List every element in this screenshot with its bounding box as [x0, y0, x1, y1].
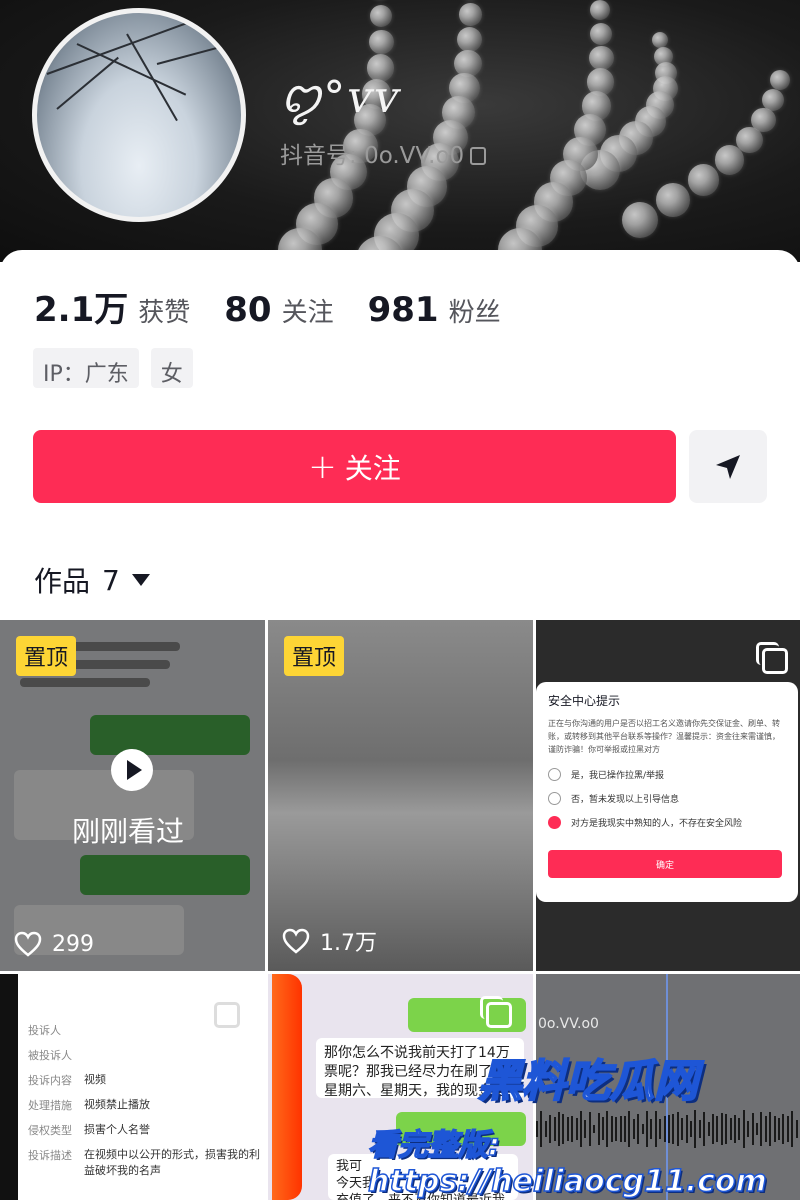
- complaint-row-value: 在视频中以公开的形式，损害我的利益破坏我的名声: [84, 1148, 260, 1177]
- heart-icon: [14, 931, 42, 957]
- complaint-row-key: 投诉内容: [28, 1074, 72, 1087]
- radio-icon: [548, 768, 561, 781]
- stat-value: 80: [224, 290, 272, 330]
- bead-decoration: [687, 164, 720, 196]
- complaint-row-key: 被投诉人: [28, 1049, 72, 1062]
- complaint-row: 被投诉人: [28, 1043, 265, 1068]
- multi-image-icon: [756, 642, 788, 674]
- send-message-button[interactable]: [689, 430, 767, 503]
- complaint-row-key: 侵权类型: [28, 1124, 72, 1137]
- dialog-confirm: 确定: [548, 850, 782, 878]
- like-count: 299: [14, 931, 94, 957]
- radio-checked-icon: [548, 816, 561, 829]
- like-count-value: 299: [52, 931, 94, 957]
- bead-decoration: [622, 202, 658, 238]
- douyin-id[interactable]: 抖音号: 0o.VV.o0: [280, 136, 487, 170]
- stat-value: 2.1万: [34, 290, 129, 330]
- profile-tags: IP：广东 女: [33, 348, 205, 388]
- dialog-option: 对方是我现实中熟知的人，不存在安全风险: [548, 816, 742, 829]
- watermark-url: 看完整版: https://heiliaocg11.com: [367, 1127, 767, 1200]
- copy-icon[interactable]: [470, 147, 487, 165]
- stat-followers[interactable]: 981 粉丝: [368, 290, 501, 330]
- tile-watermark-id: 0o.VV.o0: [538, 1016, 599, 1032]
- bead-decoration: [369, 29, 395, 55]
- option-label: 否，暂未发现以上引导信息: [571, 795, 680, 805]
- works-label: 作品: [34, 565, 91, 598]
- pinned-badge: 置顶: [16, 636, 77, 676]
- complaint-row-value: [84, 1043, 265, 1068]
- works-tab[interactable]: 作品 7: [34, 560, 150, 600]
- complaint-row: 投诉人: [28, 1018, 265, 1043]
- bead-decoration: [714, 145, 744, 175]
- dialog-option: 是，我已操作拉黑/举报: [548, 768, 664, 781]
- complaint-row: 侵权类型 损害个人名誉: [28, 1118, 265, 1143]
- video-tile-4[interactable]: 投诉人 被投诉人 投诉内容 视频 处理措施 视频禁止播放 侵权类型 损害个人名誉 投诉描述 在视频…: [0, 974, 265, 1200]
- bead-decoration: [457, 26, 483, 52]
- complaint-row-key: 处理措施: [28, 1099, 72, 1112]
- complaint-row-value: 视频禁止播放: [84, 1098, 150, 1111]
- stat-likes[interactable]: 2.1万 获赞: [34, 282, 190, 331]
- dialog-option: 否，暂未发现以上引导信息: [548, 792, 679, 805]
- stat-value: 981: [367, 290, 439, 330]
- video-tile-2[interactable]: 置顶 1.7万: [268, 620, 533, 971]
- profile-card: 2.1万 获赞 80 关注 981 粉丝 IP：广东 女 + 关注 作品 7: [0, 250, 800, 620]
- gender-tag: 女: [150, 348, 193, 388]
- pinned-badge: 置顶: [284, 636, 345, 676]
- bead-decoration: [652, 32, 668, 48]
- heart-icon: [282, 928, 310, 954]
- plus-icon: +: [308, 446, 337, 487]
- follow-button[interactable]: + 关注: [33, 430, 676, 503]
- profile-header: ꨄ°ᴠᴠ 抖音号: 0o.VV.o0: [0, 0, 800, 262]
- bead-decoration: [589, 45, 615, 71]
- stat-label: 关注: [281, 298, 334, 328]
- avatar[interactable]: [32, 8, 246, 222]
- send-icon: [716, 454, 740, 479]
- complaint-row-value: 损害个人名誉: [84, 1123, 150, 1136]
- bead-decoration: [590, 22, 613, 46]
- option-label: 对方是我现实中熟知的人，不存在安全风险: [571, 819, 743, 829]
- stat-label: 粉丝: [448, 298, 501, 328]
- like-count-value: 1.7万: [320, 931, 377, 956]
- dialog-body: 正在与你沟通的用户是否以招工名义邀请你先交保证金、刷单、转账，或转移到其他平台联…: [548, 719, 780, 754]
- radio-icon: [548, 792, 561, 805]
- multi-image-icon: [480, 996, 512, 1028]
- complaint-row-value: [84, 1018, 265, 1043]
- play-icon: [111, 749, 153, 791]
- bead-decoration: [656, 183, 690, 217]
- nickname: ꨄ°ᴠᴠ: [280, 72, 401, 123]
- works-count: 7: [102, 563, 120, 597]
- complaint-row-key: 投诉描述: [28, 1149, 72, 1162]
- video-tile-1[interactable]: 置顶 刚刚看过 299: [0, 620, 265, 971]
- complaint-row: 投诉内容 视频: [28, 1068, 265, 1093]
- bead-decoration: [458, 3, 482, 26]
- dialog-title: 安全中心提示: [548, 694, 621, 708]
- douyin-id-value: 0o.VV.o0: [364, 143, 465, 169]
- complaint-row-key: 投诉人: [28, 1024, 61, 1037]
- bead-decoration: [590, 0, 610, 20]
- security-dialog: 安全中心提示 正在与你沟通的用户是否以招工名义邀请你先交保证金、刷单、转账，或转…: [536, 682, 798, 902]
- complaint-row-value: 视频: [84, 1073, 106, 1086]
- stats-row: 2.1万 获赞 80 关注 981 粉丝: [34, 282, 535, 331]
- follow-label: 关注: [344, 451, 401, 485]
- watermark-brand: 黑料吃瓜网: [477, 1055, 699, 1108]
- caret-down-icon[interactable]: [131, 574, 150, 586]
- complaint-record: 投诉人 被投诉人 投诉内容 视频 处理措施 视频禁止播放 侵权类型 损害个人名誉 投诉描述 在视频…: [28, 1018, 265, 1179]
- option-label: 是，我已操作拉黑/举报: [571, 771, 665, 781]
- douyin-id-label: 抖音号:: [280, 143, 365, 169]
- ip-location-tag: IP：广东: [33, 348, 139, 388]
- complaint-row: 投诉描述 在视频中以公开的形式，损害我的利益破坏我的名声: [28, 1143, 265, 1179]
- recently-watched-label: 刚刚看过: [72, 815, 185, 848]
- like-count: 1.7万: [282, 925, 377, 957]
- bead-decoration: [770, 70, 790, 90]
- bead-decoration: [370, 4, 393, 28]
- complaint-row: 处理措施 视频禁止播放: [28, 1093, 265, 1118]
- stat-following[interactable]: 80 关注: [224, 290, 333, 330]
- stat-label: 获赞: [138, 298, 191, 328]
